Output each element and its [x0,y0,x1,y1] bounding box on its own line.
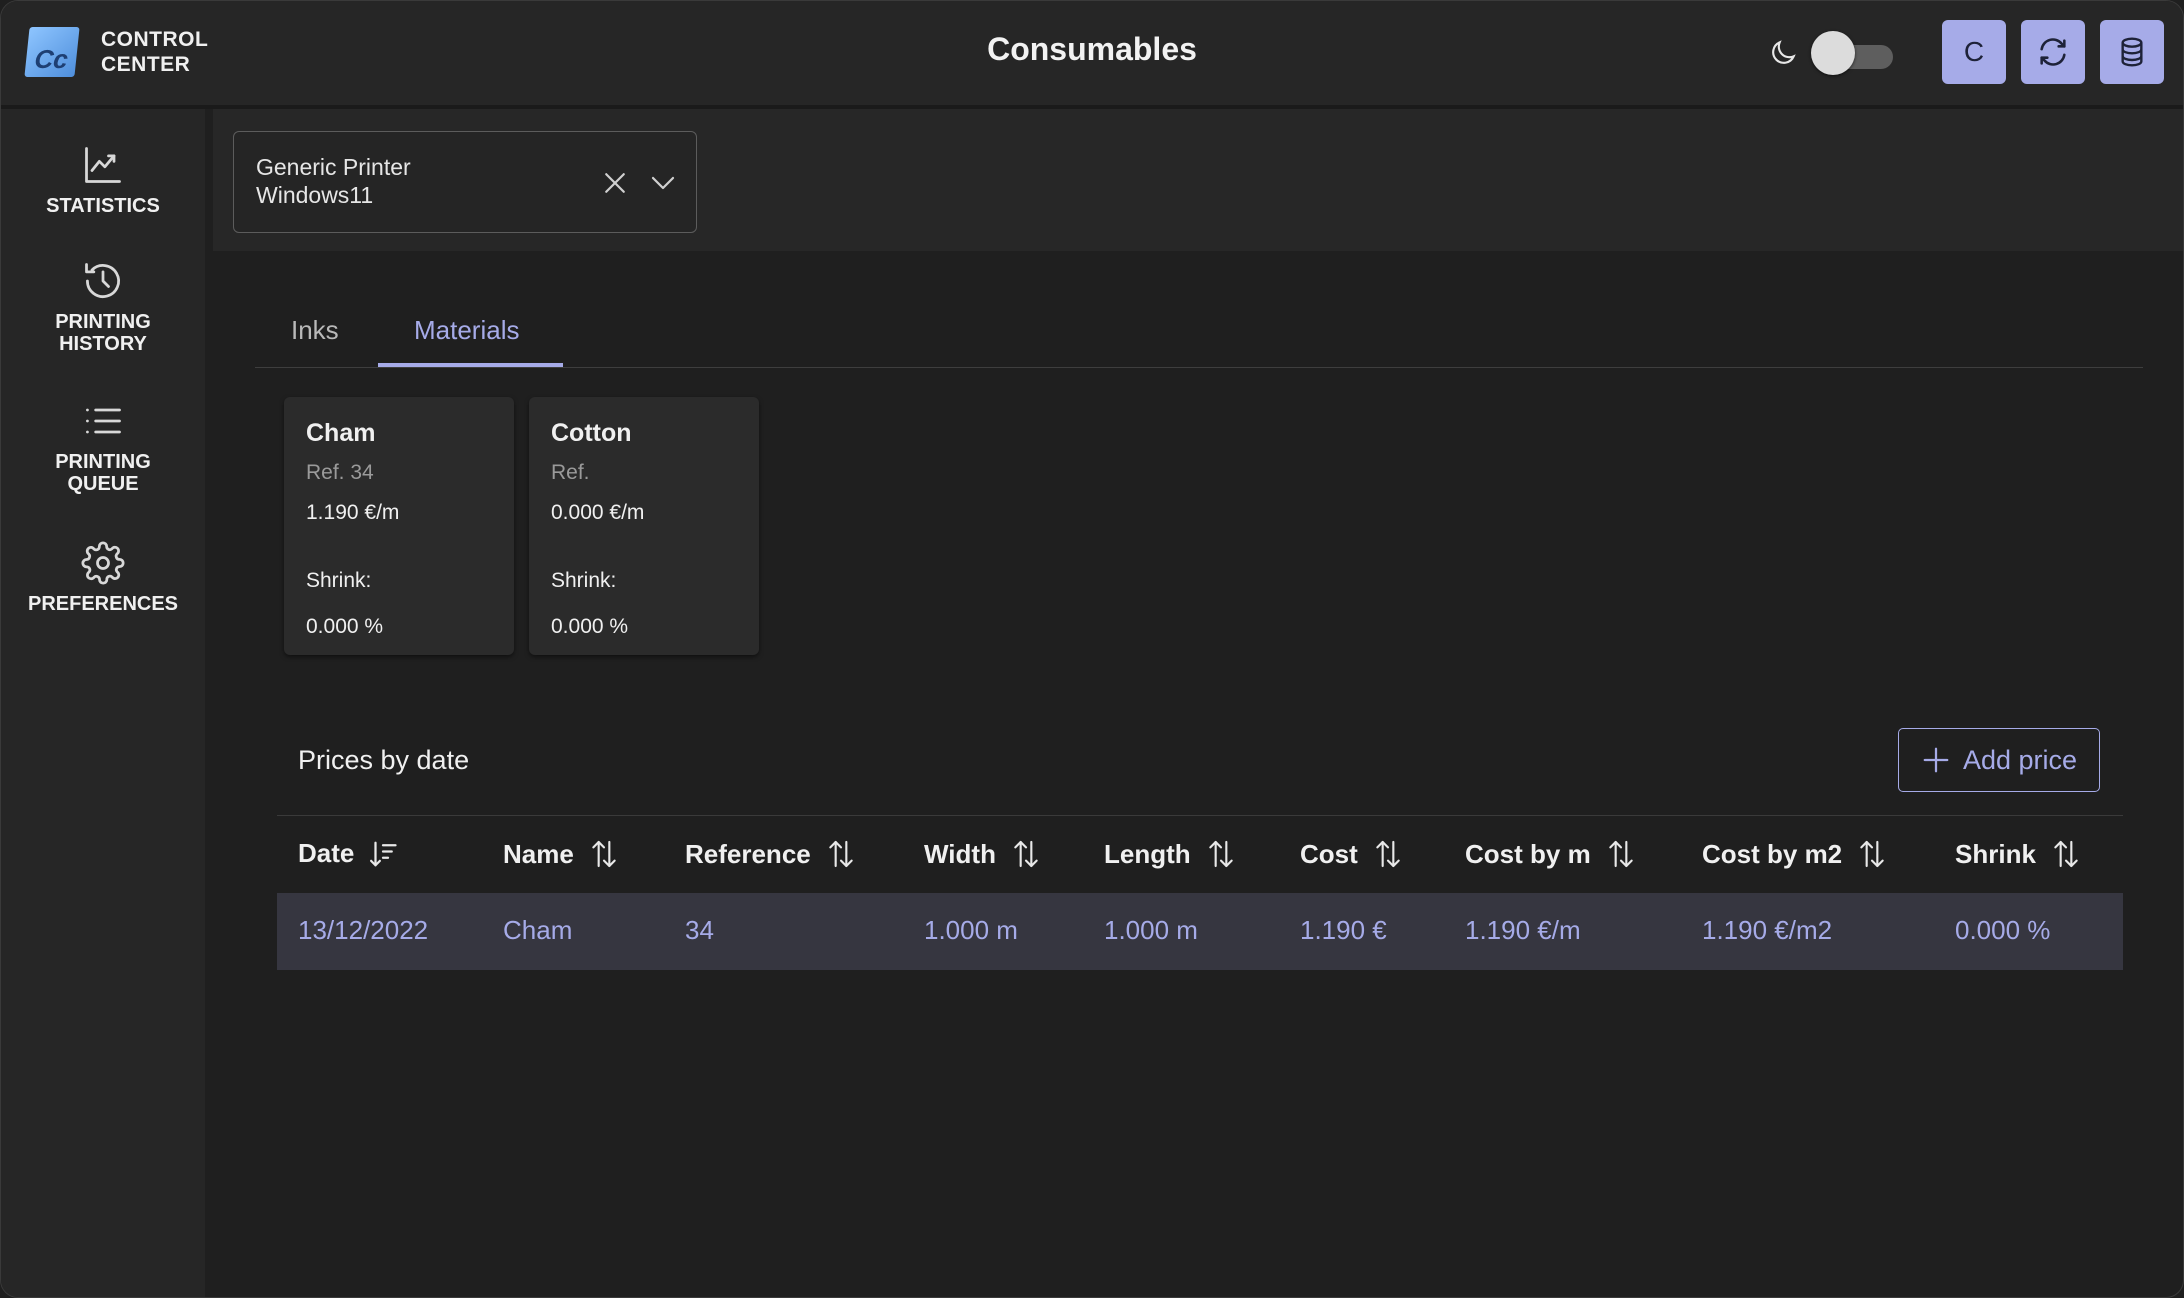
add-price-button[interactable]: Add price [1898,728,2100,792]
table-row[interactable]: 13/12/2022 Cham 34 1.000 m 1.000 m 1.190… [277,893,2123,970]
printer-select[interactable]: Generic Printer Windows11 [233,131,697,233]
user-avatar-button[interactable]: C [1942,20,2006,84]
material-ref: Ref. 34 [306,461,374,484]
cell-shrink: 0.000 % [1955,915,2051,945]
tabs-divider [255,367,2143,368]
chart-line-icon [85,147,121,183]
plus-icon [1923,747,1949,773]
app-window: Cc CONTROL CENTER Consumables C STATISTI… [0,0,2184,1298]
column-header-reference[interactable]: Reference [685,838,857,870]
sort-desc-icon [370,841,397,866]
column-header-cost[interactable]: Cost [1300,838,1404,870]
cell-cost-by-m2: 1.190 €/m2 [1702,915,1833,945]
tab-active-indicator [378,363,563,367]
cell-width: 1.000 m [924,915,1018,945]
sort-icon [1208,840,1233,868]
material-price: 0.000 €/m [551,501,645,524]
material-shrink-value: 0.000 % [551,615,629,638]
material-card-cotton[interactable]: Cotton Ref. 0.000 €/m Shrink: 0.000 % [529,397,759,655]
material-ref: Ref. [551,461,590,484]
material-shrink-label: Shrink: [551,569,617,592]
printer-name: Generic Printer [256,154,411,180]
table-header: Date Name Reference Width Length Cost Co… [277,815,2123,893]
tab-materials[interactable]: Materials [414,315,519,346]
cell-reference: 34 [685,915,714,945]
sort-icon [2054,840,2078,868]
moon-icon [1772,40,1796,64]
column-header-cost-by-m2[interactable]: Cost by m2 [1702,838,1888,870]
sidebar-item-printing-history[interactable]: PRINTING HISTORY [1,259,205,355]
history-icon [85,263,120,298]
database-button[interactable] [2100,20,2164,84]
sort-icon [1860,840,1884,868]
material-price: 1.190 €/m [306,501,400,524]
close-icon[interactable] [600,168,630,198]
material-name: Cotton [551,419,632,447]
list-icon [86,408,121,434]
material-shrink-label: Shrink: [306,569,372,592]
sort-icon [592,840,616,868]
column-header-width[interactable]: Width [924,838,1042,870]
cell-cost-by-m: 1.190 €/m [1465,915,1581,945]
column-header-shrink[interactable]: Shrink [1955,838,2082,870]
cell-length: 1.000 m [1104,915,1198,945]
material-shrink-value: 0.000 % [306,615,384,638]
sidebar-item-printing-queue[interactable]: PRINTING QUEUE [1,399,205,495]
column-header-name[interactable]: Name [503,838,620,870]
theme-toggle[interactable] [1811,31,1893,75]
sidebar-item-statistics[interactable]: STATISTICS [1,143,205,217]
chevron-down-icon[interactable] [648,168,678,198]
top-bar: Cc CONTROL CENTER Consumables C [1,1,2183,109]
refresh-icon [2040,38,2066,66]
column-header-length[interactable]: Length [1104,838,1237,870]
material-name: Cham [306,419,376,447]
cell-cost: 1.190 € [1300,915,1387,945]
sidebar: STATISTICS PRINTING HISTORY PRINTING QUE… [1,109,205,1297]
tab-inks[interactable]: Inks [291,315,339,346]
printer-os: Windows11 [256,182,374,208]
sort-icon [829,840,853,868]
material-card-cham[interactable]: Cham Ref. 34 1.190 €/m Shrink: 0.000 % [284,397,514,655]
cell-date: 13/12/2022 [298,915,429,945]
gear-icon [81,541,125,585]
prices-table: Date Name Reference Width Length Cost Co… [277,815,2123,970]
cell-name: Cham [503,915,573,945]
column-header-date[interactable]: Date [298,838,398,869]
prices-section-title: Prices by date [298,745,470,775]
sidebar-item-preferences[interactable]: PREFERENCES [1,541,205,615]
sort-icon [1608,840,1633,868]
refresh-button[interactable] [2021,20,2085,84]
database-icon [2121,37,2143,67]
sort-icon [1014,840,1038,868]
sort-icon [1376,840,1400,868]
column-header-cost-by-m[interactable]: Cost by m [1465,838,1637,870]
